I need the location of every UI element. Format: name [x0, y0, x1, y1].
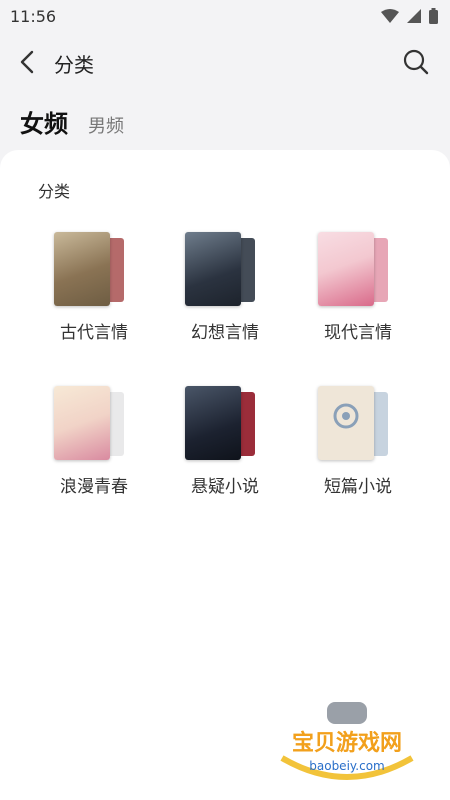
front-cover — [185, 386, 241, 460]
category-youth-romance[interactable]: 浪漫青春 — [24, 386, 164, 506]
watermark-logo: 宝贝游戏网 baobeiy.com — [272, 700, 422, 790]
watermark-url: baobeiy.com — [309, 759, 384, 773]
category-label: 古代言情 — [60, 323, 128, 343]
category-label: 悬疑小说 — [191, 477, 259, 497]
book-covers — [54, 386, 134, 462]
book-covers — [318, 386, 398, 462]
watermark-name: 宝贝游戏网 — [292, 730, 402, 756]
section-title: 分类 — [38, 182, 71, 201]
book-covers — [318, 232, 398, 308]
front-cover — [54, 386, 110, 460]
tab-female[interactable]: 女频 — [20, 104, 68, 139]
flower-logo-icon — [333, 403, 359, 429]
app-header: 分类 — [0, 40, 450, 84]
front-cover — [185, 232, 241, 306]
signal-icon — [407, 9, 421, 23]
wifi-icon — [381, 9, 399, 23]
category-short-story[interactable]: 短篇小说 — [288, 386, 428, 506]
category-fantasy-romance[interactable]: 幻想言情 — [155, 232, 295, 352]
back-arrow-icon[interactable] — [16, 48, 40, 76]
front-cover — [54, 232, 110, 306]
battery-icon — [429, 8, 438, 24]
status-icons — [381, 8, 438, 24]
book-covers — [54, 232, 134, 308]
search-icon[interactable] — [402, 48, 430, 76]
category-label: 浪漫青春 — [60, 477, 128, 497]
front-cover — [318, 386, 374, 460]
book-covers — [185, 232, 265, 308]
front-cover — [318, 232, 374, 306]
category-label: 短篇小说 — [324, 477, 392, 497]
category-mystery[interactable]: 悬疑小说 — [155, 386, 295, 506]
category-modern-romance[interactable]: 现代言情 — [288, 232, 428, 352]
gender-tabs: 女频 男频 — [20, 104, 124, 139]
status-time: 11:56 — [10, 6, 57, 26]
book-covers — [185, 386, 265, 462]
watermark-graphic: 宝贝游戏网 baobeiy.com — [280, 702, 414, 780]
status-bar: 11:56 — [0, 0, 450, 32]
page-title: 分类 — [54, 53, 94, 77]
tab-male[interactable]: 男频 — [88, 112, 124, 138]
category-ancient-romance[interactable]: 古代言情 — [24, 232, 164, 352]
category-label: 幻想言情 — [191, 323, 259, 343]
category-label: 现代言情 — [324, 323, 392, 343]
